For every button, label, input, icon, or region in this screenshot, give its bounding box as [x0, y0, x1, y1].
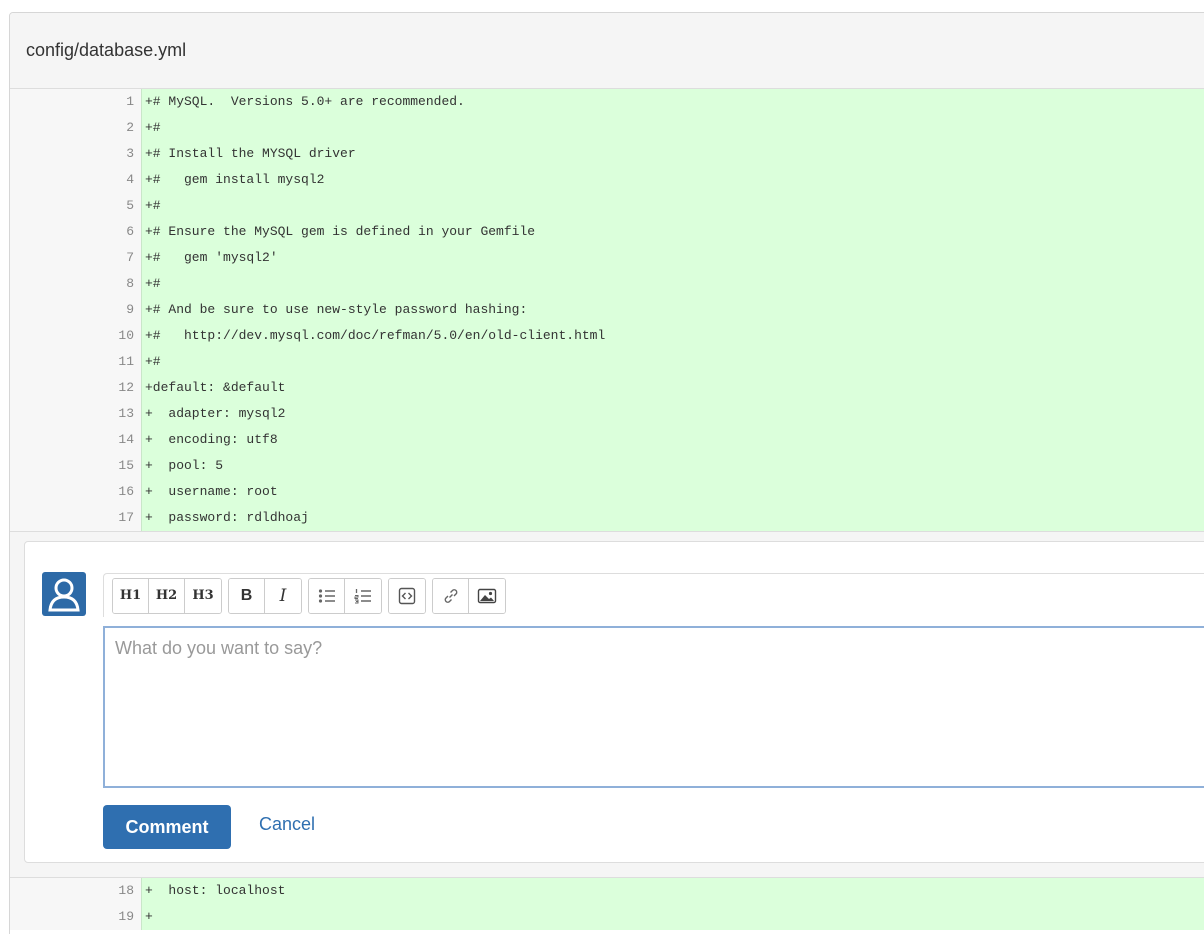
- line-number: 11: [10, 349, 142, 375]
- diff-line[interactable]: 18 + host: localhost: [10, 878, 1204, 904]
- numbered-list-icon: [354, 588, 371, 603]
- line-number: 1: [10, 89, 142, 115]
- line-number: 14: [10, 427, 142, 453]
- line-code: +# gem install mysql2: [145, 172, 325, 187]
- line-code: +# MySQL. Versions 5.0+ are recommended.: [145, 94, 465, 109]
- line-code: +# And be sure to use new-style password…: [145, 302, 528, 317]
- line-code: + encoding: utf8: [145, 432, 278, 447]
- line-number: 7: [10, 245, 142, 271]
- bold-button[interactable]: B: [229, 578, 265, 613]
- line-code: + adapter: mysql2: [145, 406, 286, 421]
- diff-line[interactable]: 5 +#: [10, 193, 1204, 219]
- numbered-list-button[interactable]: [345, 578, 381, 613]
- line-code: +#: [145, 276, 161, 291]
- image-icon: [477, 588, 497, 603]
- h1-button[interactable]: H1: [113, 578, 149, 613]
- line-code: +# http://dev.mysql.com/doc/refman/5.0/e…: [145, 328, 606, 343]
- line-number: 13: [10, 401, 142, 427]
- line-number: 16: [10, 479, 142, 505]
- h2-button[interactable]: H2: [149, 578, 185, 613]
- line-number: 5: [10, 193, 142, 219]
- diff-line[interactable]: 6 +# Ensure the MySQL gem is defined in …: [10, 219, 1204, 245]
- user-avatar-icon: [48, 578, 80, 612]
- line-code: +default: &default: [145, 380, 286, 395]
- link-icon: [444, 588, 457, 603]
- inline-comment-row: H1 H2 H3 B I What do you want to say? Co…: [10, 531, 1204, 878]
- diff-line[interactable]: 9 +# And be sure to use new-style passwo…: [10, 297, 1204, 323]
- file-diff-panel: config/database.yml 1 +# MySQL. Versions…: [9, 12, 1204, 934]
- line-code: +: [145, 909, 153, 924]
- line-code: +# Ensure the MySQL gem is defined in yo…: [145, 224, 536, 239]
- line-number: 19: [10, 904, 142, 930]
- line-number: 18: [10, 878, 142, 904]
- link-button[interactable]: [433, 578, 469, 613]
- diff-line[interactable]: 15 + pool: 5: [10, 453, 1204, 479]
- line-number: 4: [10, 167, 142, 193]
- diff-line[interactable]: 11 +#: [10, 349, 1204, 375]
- diff-line[interactable]: 16 + username: root: [10, 479, 1204, 505]
- line-code: +# Install the MYSQL driver: [145, 146, 356, 161]
- line-number: 9: [10, 297, 142, 323]
- diff-line[interactable]: 14 + encoding: utf8: [10, 427, 1204, 453]
- bullet-list-icon: [318, 588, 335, 603]
- format-button-group: B I: [228, 577, 302, 614]
- diff-line[interactable]: 19 +: [10, 904, 1204, 930]
- line-number: 3: [10, 141, 142, 167]
- file-title: config/database.yml: [26, 40, 187, 60]
- line-number: 12: [10, 375, 142, 401]
- comment-submit-button[interactable]: Comment: [103, 805, 231, 849]
- code-icon: [398, 587, 416, 604]
- diff-line[interactable]: 1 +# MySQL. Versions 5.0+ are recommende…: [10, 89, 1204, 115]
- diff-line[interactable]: 3 +# Install the MYSQL driver: [10, 141, 1204, 167]
- line-number: 8: [10, 271, 142, 297]
- line-number: 2: [10, 115, 142, 141]
- diff-line[interactable]: 13 + adapter: mysql2: [10, 401, 1204, 427]
- line-number: 6: [10, 219, 142, 245]
- bullet-list-button[interactable]: [309, 578, 345, 613]
- italic-button[interactable]: I: [265, 578, 301, 613]
- line-code: + username: root: [145, 484, 278, 499]
- diff-line[interactable]: 17 + password: rdldhoaj: [10, 505, 1204, 531]
- diff-line[interactable]: 4 +# gem install mysql2: [10, 167, 1204, 193]
- comment-input[interactable]: [103, 626, 1204, 788]
- line-number: 15: [10, 453, 142, 479]
- line-code: +#: [145, 354, 161, 369]
- line-code: +#: [145, 198, 161, 213]
- list-button-group: [308, 577, 382, 614]
- heading-button-group: H1 H2 H3: [112, 577, 222, 614]
- image-button[interactable]: [469, 578, 505, 613]
- line-code: +# gem 'mysql2': [145, 250, 278, 265]
- line-code: + password: rdldhoaj: [145, 510, 309, 525]
- line-number: 10: [10, 323, 142, 349]
- diff-block-top: 1 +# MySQL. Versions 5.0+ are recommende…: [10, 89, 1204, 531]
- page: config/database.yml 1 +# MySQL. Versions…: [0, 0, 1204, 934]
- line-number: 17: [10, 505, 142, 531]
- markdown-toolbar: H1 H2 H3 B I: [103, 573, 1204, 617]
- file-header: config/database.yml: [10, 13, 1204, 89]
- cancel-link[interactable]: Cancel: [259, 814, 315, 835]
- diff-line[interactable]: 7 +# gem 'mysql2': [10, 245, 1204, 271]
- h3-button[interactable]: H3: [185, 578, 221, 613]
- line-code: +#: [145, 120, 161, 135]
- avatar: [42, 572, 86, 616]
- diff-line[interactable]: 12 +default: &default: [10, 375, 1204, 401]
- line-code: + host: localhost: [145, 883, 286, 898]
- diff-block-bottom: 18 + host: localhost 19 +: [10, 878, 1204, 930]
- comment-form: H1 H2 H3 B I What do you want to say? Co…: [24, 541, 1204, 863]
- code-button-group: [388, 577, 426, 614]
- media-button-group: [432, 577, 506, 614]
- line-code: + pool: 5: [145, 458, 224, 473]
- diff-line[interactable]: 8 +#: [10, 271, 1204, 297]
- diff-line[interactable]: 10 +# http://dev.mysql.com/doc/refman/5.…: [10, 323, 1204, 349]
- code-button[interactable]: [389, 578, 425, 613]
- diff-line[interactable]: 2 +#: [10, 115, 1204, 141]
